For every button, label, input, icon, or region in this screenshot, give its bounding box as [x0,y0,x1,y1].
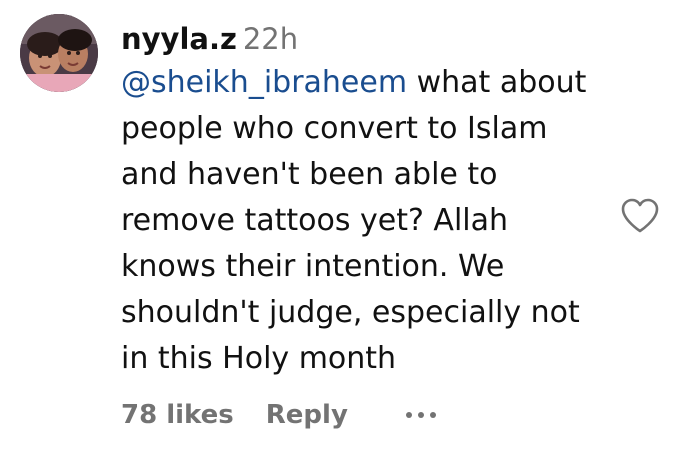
more-options-icon[interactable] [405,400,436,430]
comment-footer: 78 likes Reply [121,393,436,437]
username-link[interactable]: nyyla.z [121,22,237,56]
comment-line-2: people who convert to Islam [121,111,548,146]
comment-line-7: in this Holy month [121,341,397,376]
comment-line-6: shouldn't judge, especially not [121,295,580,330]
comment-line-3: and haven't been able to [121,157,498,192]
like-heart-icon[interactable] [620,198,660,234]
dot [417,412,424,418]
avatar[interactable] [20,14,98,92]
comment: nyyla.z 22h @sheikh_ibraheem what about p… [0,0,684,455]
comment-timestamp[interactable]: 22h [243,22,298,56]
comment-line-1: @sheikh_ibraheem what about [121,60,621,106]
likes-count[interactable]: 78 likes [121,400,234,430]
mention-link[interactable]: @sheikh_ibraheem [121,65,407,100]
reply-button[interactable]: Reply [266,400,348,430]
comment-text: @sheikh_ibraheem what about people who c… [121,60,621,382]
dot [429,412,436,418]
comment-line-1-text: what about [407,65,587,100]
comment-line-4: remove tattoos yet? Allah [121,203,509,238]
dot [405,412,412,418]
comment-header: nyyla.z 22h [121,18,621,60]
comment-content: nyyla.z 22h @sheikh_ibraheem what about p… [121,18,621,382]
comment-line-5: knows their intention. We [121,249,505,284]
avatar-photo [20,14,98,92]
